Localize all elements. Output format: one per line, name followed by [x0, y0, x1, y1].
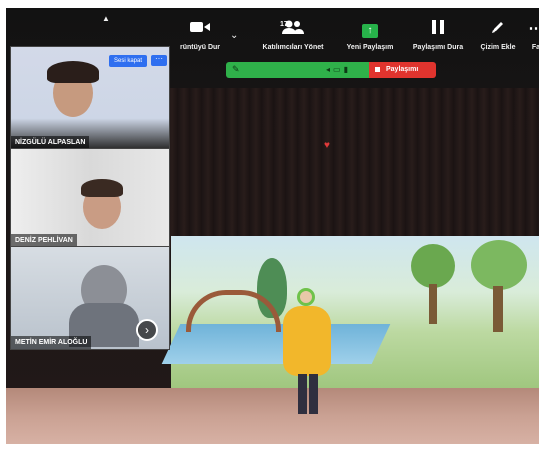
stop-share-label: Paylaşımı [386, 66, 419, 73]
pause-icon [408, 20, 468, 38]
stage-floor [6, 388, 539, 444]
heart-icon: ♥ [324, 140, 330, 151]
participant-tile[interactable]: DENİZ PEHLİVAN [10, 148, 170, 248]
more-button[interactable]: ⋯ Fa [526, 20, 540, 51]
performer-costume [283, 306, 331, 376]
stop-video-label: rüntüyü Dur [179, 44, 221, 51]
video-camera-icon [172, 20, 228, 38]
participant-tile[interactable]: Sesi kapat ··· NİZGÜLÜ ALPASLAN [10, 46, 170, 150]
next-page-arrow-icon[interactable]: › [136, 319, 158, 341]
participant-name: METİN EMİR ALOĞLU [11, 336, 92, 349]
microphone-icon[interactable]: ✎ [232, 64, 240, 75]
new-share-button[interactable]: ↑ Yeni Paylaşım [342, 20, 398, 51]
participant-tile[interactable]: › METİN EMİR ALOĞLU [10, 246, 170, 350]
tree-decoration [471, 240, 527, 290]
new-share-label: Yeni Paylaşım [346, 44, 394, 51]
sharing-controls-icons[interactable]: ◂▭▮ [326, 65, 351, 74]
participant-hair [81, 179, 123, 197]
performer-legs [298, 374, 318, 414]
annotate-button[interactable]: Çizim Ekle [476, 20, 520, 51]
tree-trunk [429, 284, 437, 324]
stop-share-button[interactable]: Paylaşımı [369, 62, 436, 78]
more-label: Fa [531, 44, 539, 51]
stop-video-button[interactable]: rüntüyü Dur [172, 20, 228, 51]
zoom-meeting-window: ♥ ▲ rüntüyü Dur ⌄ 17 Katılımcıları Yönet… [6, 8, 539, 444]
pause-share-label: Paylaşımı Dura [412, 44, 464, 51]
sharing-status-bar: ✎ ◂▭▮ Paylaşımı [226, 62, 436, 78]
performer-head [297, 288, 315, 306]
tree-decoration [411, 244, 455, 288]
participant-hair [47, 61, 99, 83]
sharing-indicator[interactable]: ✎ ◂▭▮ [226, 62, 369, 78]
more-icon: ⋯ [528, 20, 540, 37]
tree-trunk [493, 286, 503, 332]
stop-icon [375, 66, 380, 72]
manage-participants-label: Katılımcıları Yönet [262, 44, 324, 51]
pause-share-button[interactable]: Paylaşımı Dura [408, 20, 468, 51]
annotate-label: Çizim Ekle [480, 44, 516, 51]
participant-count: 17 [280, 21, 288, 28]
manage-participants-button[interactable]: 17 Katılımcıları Yönet [258, 20, 328, 51]
pencil-icon [476, 20, 520, 38]
more-options-icon[interactable]: ··· [151, 55, 167, 66]
share-screen-icon: ↑ [342, 20, 398, 38]
collapse-arrow-icon[interactable]: ▲ [102, 14, 110, 23]
mute-button[interactable]: Sesi kapat [109, 55, 148, 67]
video-options-chevron-icon[interactable]: ⌄ [230, 30, 238, 41]
participants-icon: 17 [258, 20, 328, 38]
stage-curtain [166, 88, 539, 248]
